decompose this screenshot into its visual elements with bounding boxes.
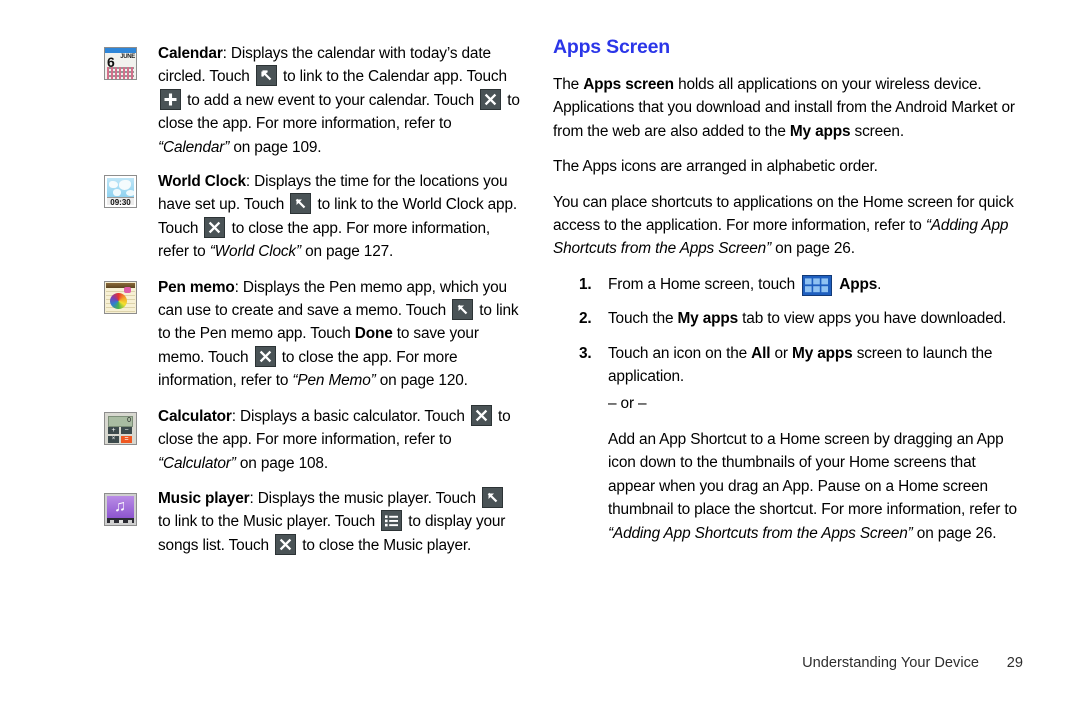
calculator-icon-display: 0 [127, 416, 131, 424]
steps-list: 1. From a Home screen, touch Apps. 2. To… [553, 273, 1023, 389]
link-icon[interactable] [482, 486, 504, 508]
app-entry-world-clock-text: World Clock: Displays the time for the l… [158, 173, 518, 261]
close-icon[interactable] [480, 88, 502, 110]
footer-page-number: 29 [1006, 655, 1023, 671]
plus-icon[interactable] [160, 88, 181, 110]
app-entry-calculator-text: Calculator: Displays a basic calculator.… [158, 404, 520, 475]
shortcuts-paragraph: You can place shortcuts to applications … [553, 193, 1014, 258]
close-icon[interactable] [470, 404, 492, 426]
link-icon[interactable] [452, 299, 474, 321]
step-1: 1. From a Home screen, touch Apps. [553, 273, 1023, 296]
app-entry-music-player: ♫ Music player: Displays the music playe… [100, 486, 520, 557]
app-entry-calendar-text: Calendar: Displays the calendar with tod… [158, 45, 520, 156]
app-entry-calculator: 0 + − × = Calculator: Displays a basic c… [100, 404, 520, 475]
calendar-app-icon: 6 JUNE [104, 47, 137, 80]
step-1-number: 1. [579, 275, 592, 293]
close-icon[interactable] [254, 345, 276, 367]
music-player-app-icon: ♫ [104, 492, 137, 526]
manual-page: 6 JUNE Calendar: Displays the calendar w… [0, 0, 1080, 720]
drag-shortcut-paragraph: Add an App Shortcut to a Home screen by … [608, 430, 1017, 542]
close-icon[interactable] [204, 216, 226, 238]
pen-memo-app-icon [104, 280, 137, 314]
link-icon[interactable] [290, 193, 312, 215]
step-2-number: 2. [579, 310, 592, 328]
or-separator: – or – [608, 395, 647, 413]
app-entry-calendar: 6 JUNE Calendar: Displays the calendar w… [100, 42, 520, 159]
calculator-app-icon: 0 + − × = [104, 411, 137, 445]
right-column: Apps Screen The Apps screen holds all ap… [553, 36, 1023, 547]
step-3-number: 3. [579, 344, 592, 362]
intro-paragraph: The Apps screen holds all applications o… [553, 76, 1015, 140]
app-entry-pen-memo: Pen memo: Displays the Pen memo app, whi… [100, 276, 520, 393]
app-entry-world-clock: 09:30 World Clock: Displays the time for… [100, 170, 520, 264]
apps-grid-icon[interactable] [802, 274, 833, 296]
world-clock-app-icon: 09:30 [104, 175, 137, 209]
link-icon[interactable] [255, 65, 277, 87]
world-clock-icon-time: 09:30 [107, 197, 134, 207]
step-3: 3. Touch an icon on the All or My apps s… [553, 342, 1023, 389]
close-icon[interactable] [275, 533, 297, 555]
app-entry-pen-memo-text: Pen memo: Displays the Pen memo app, whi… [158, 278, 519, 390]
alphabetic-order-paragraph: The Apps icons are arranged in alphabeti… [553, 158, 878, 176]
left-column: 6 JUNE Calendar: Displays the calendar w… [100, 42, 520, 557]
step-2: 2. Touch the My apps tab to view apps yo… [553, 307, 1023, 330]
page-title: Apps Screen [553, 36, 671, 58]
list-icon[interactable] [381, 510, 403, 532]
app-entry-music-player-text: Music player: Displays the music player.… [158, 486, 520, 557]
footer-section-title: Understanding Your Device [802, 655, 979, 671]
calendar-icon-month: JUNE [120, 54, 135, 60]
page-footer: Understanding Your Device 29 [0, 655, 1023, 671]
